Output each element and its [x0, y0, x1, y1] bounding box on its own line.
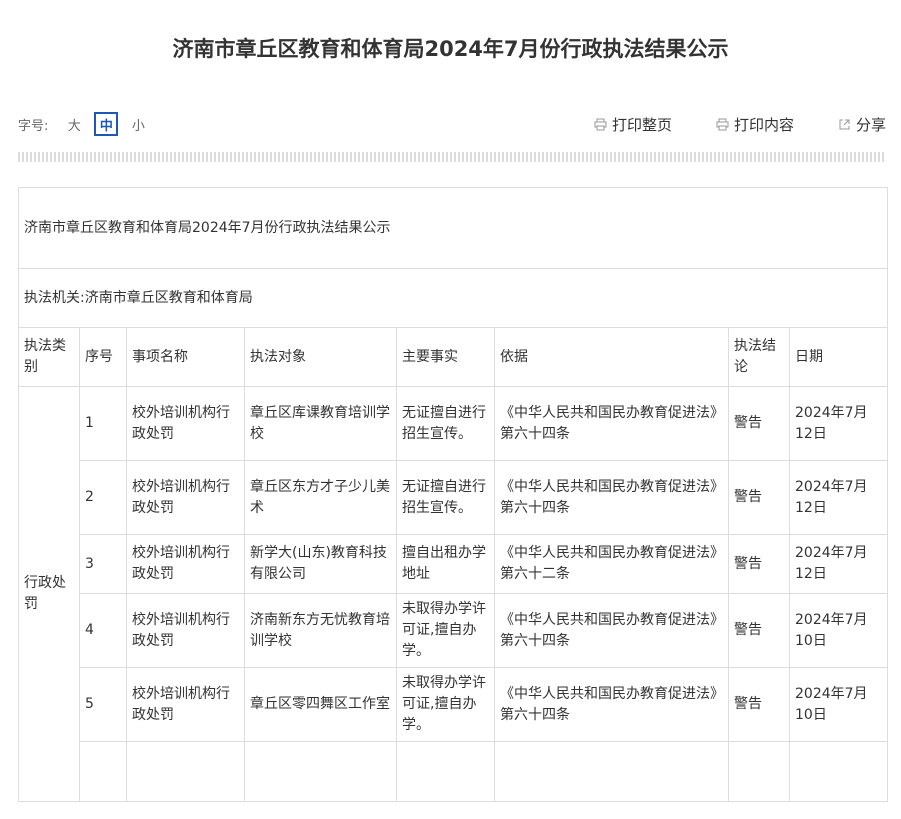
row-date: 2024年7月12日	[788, 386, 889, 461]
header-basis: 依据	[494, 327, 729, 387]
row-basis: 《中华人民共和国民办教育促进法》第六十四条	[494, 460, 729, 535]
row-conclusion: 警告	[728, 460, 790, 535]
row-basis: 《中华人民共和国民办教育促进法》第六十四条	[494, 386, 729, 461]
row-target: 章丘区库课教育培训学校	[244, 386, 397, 461]
share-label: 分享	[855, 115, 886, 134]
row-date: 2024年7月10日	[788, 667, 889, 742]
page-title: 济南市章丘区教育和体育局2024年7月份行政执法结果公示	[172, 37, 729, 61]
row-item: 校外培训机构行政处罚	[126, 534, 245, 594]
print-content-label: 打印内容	[733, 115, 794, 134]
table-row: 4 校外培训机构行政处罚 济南新东方无忧教育培训学校 未取得办学许可证,擅自办学…	[19, 593, 889, 668]
row-no: 3	[79, 534, 127, 594]
font-size-control: 字号: 大 中 小	[18, 111, 158, 137]
font-size-label: 字号:	[18, 118, 49, 134]
header-fact: 主要事实	[396, 327, 495, 387]
row-no: 2	[79, 460, 127, 535]
header-category: 执法类别	[18, 327, 80, 387]
row-target: 章丘区零四舞区工作室	[244, 667, 397, 742]
row-no: 5	[79, 667, 127, 742]
row-fact: 无证擅自进行招生宣传。	[396, 460, 495, 535]
font-size-small-button[interactable]: 小	[126, 112, 150, 136]
print-page-button[interactable]: 打印整页	[594, 114, 672, 135]
header-item: 事项名称	[126, 327, 245, 387]
row-item: 校外培训机构行政处罚	[126, 667, 245, 742]
row-conclusion: 警告	[728, 386, 790, 461]
row-target: 济南新东方无忧教育培训学校	[244, 593, 397, 668]
row-fact: 擅自出租办学地址	[396, 534, 495, 594]
row-basis: 《中华人民共和国民办教育促进法》第六十四条	[494, 593, 729, 668]
table-row: 行政处罚 1 校外培训机构行政处罚 章丘区库课教育培训学校 无证擅自进行招生宣传…	[18, 386, 889, 802]
row-conclusion: 警告	[728, 534, 790, 594]
font-size-large-button[interactable]: 大	[62, 112, 86, 136]
header-target: 执法对象	[244, 327, 397, 387]
header-conclusion: 执法结论	[728, 327, 790, 387]
row-fact: 未取得办学许可证,擅自办学。	[396, 593, 495, 668]
page-actions: 打印整页 打印内容 分享	[594, 111, 886, 137]
row-target: 章丘区东方才子少儿美术	[244, 460, 397, 535]
empty-cell	[126, 741, 245, 802]
row-item: 校外培训机构行政处罚	[126, 460, 245, 535]
row-target: 新学大(山东)教育科技有限公司	[244, 534, 397, 594]
row-no: 4	[79, 593, 127, 668]
row-fact: 无证擅自进行招生宣传。	[396, 386, 495, 461]
print-content-button[interactable]: 打印内容	[716, 114, 794, 135]
empty-cell	[244, 741, 397, 802]
empty-cell	[728, 741, 790, 802]
row-basis: 《中华人民共和国民办教育促进法》第六十二条	[494, 534, 729, 594]
row-fact: 未取得办学许可证,擅自办学。	[396, 667, 495, 742]
share-icon	[838, 118, 851, 131]
row-no: 1	[79, 386, 127, 461]
category-cell: 行政处罚	[18, 386, 80, 802]
font-size-medium-button[interactable]: 中	[94, 112, 119, 136]
notice-title: 济南市章丘区教育和体育局2024年7月份行政执法结果公示	[17, 187, 889, 269]
row-date: 2024年7月10日	[788, 593, 889, 668]
header-date: 日期	[788, 327, 889, 387]
divider	[18, 152, 886, 162]
header-no: 序号	[79, 327, 127, 387]
notice-content: 济南市章丘区教育和体育局2024年7月份行政执法结果公示 执法机关:济南市章丘区…	[17, 187, 889, 802]
notice-table: 济南市章丘区教育和体育局2024年7月份行政执法结果公示 执法机关:济南市章丘区…	[17, 187, 889, 802]
row-date: 2024年7月12日	[788, 460, 889, 535]
share-button[interactable]: 分享	[838, 114, 886, 135]
row-basis: 《中华人民共和国民办教育促进法》第六十四条	[494, 667, 729, 742]
table-row: 2 校外培训机构行政处罚 章丘区东方才子少儿美术 无证擅自进行招生宣传。 《中华…	[19, 460, 889, 535]
table-header-row: 执法类别 序号 事项名称 执法对象 主要事实 依据 执法结论 日期	[18, 327, 889, 387]
print-page-label: 打印整页	[611, 115, 672, 134]
row-conclusion: 警告	[728, 667, 790, 742]
empty-cell	[494, 741, 729, 802]
toolbar: 字号: 大 中 小 打印整页 打印内容 分享	[18, 111, 886, 137]
printer-icon	[594, 118, 607, 131]
empty-cell	[788, 741, 889, 802]
table-row: 3 校外培训机构行政处罚 新学大(山东)教育科技有限公司 擅自出租办学地址 《中…	[19, 534, 889, 594]
table-row-empty	[19, 741, 889, 802]
notice-agency: 执法机关:济南市章丘区教育和体育局	[17, 268, 889, 328]
table-row: 5 校外培训机构行政处罚 章丘区零四舞区工作室 未取得办学许可证,擅自办学。 《…	[19, 667, 889, 742]
empty-cell	[396, 741, 495, 802]
row-conclusion: 警告	[728, 593, 790, 668]
printer-icon	[716, 118, 729, 131]
row-item: 校外培训机构行政处罚	[126, 593, 245, 668]
row-date: 2024年7月12日	[788, 534, 889, 594]
empty-cell	[79, 741, 127, 802]
row-item: 校外培训机构行政处罚	[126, 386, 245, 461]
